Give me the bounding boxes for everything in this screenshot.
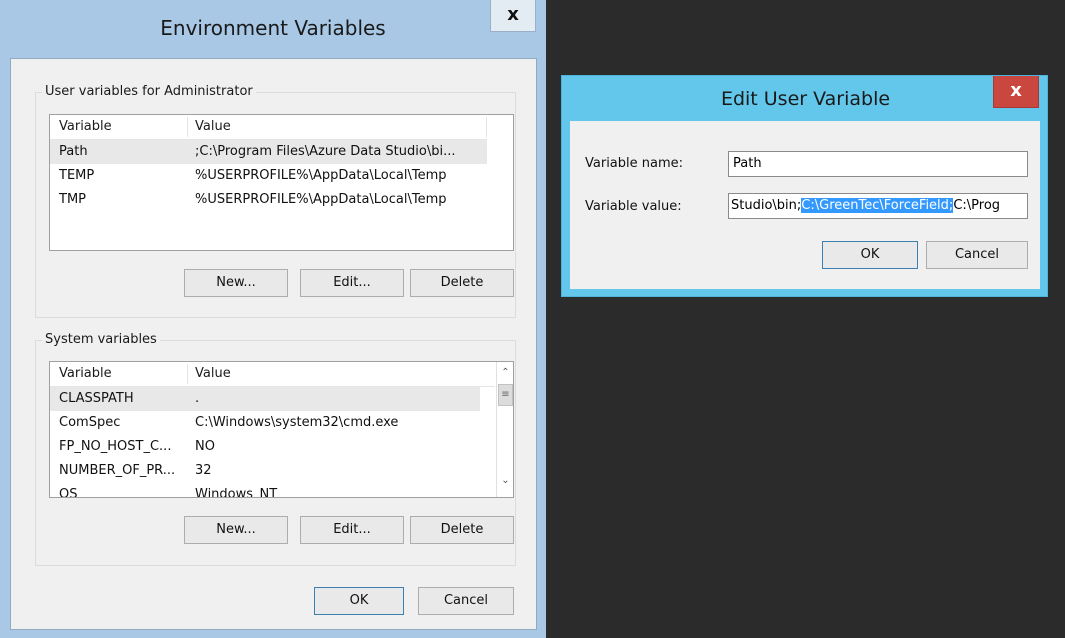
env-client-area: User variables for Administrator Variabl…: [10, 58, 537, 630]
env-close-button[interactable]: x: [490, 0, 536, 32]
edit-ok-button[interactable]: OK: [822, 241, 918, 269]
user-row-variable: TEMP: [59, 168, 95, 183]
edit-cancel-button[interactable]: Cancel: [926, 241, 1028, 269]
edit-dialog-title: Edit User Variable: [720, 88, 891, 110]
system-variables-label: System variables: [42, 332, 160, 347]
system-list-scrollbar[interactable]: ⌃ ≡ ⌄: [496, 362, 513, 497]
user-col-divider[interactable]: [187, 117, 188, 137]
scroll-grip-icon[interactable]: ≡: [498, 384, 513, 406]
system-row-variable: ComSpec: [59, 415, 121, 430]
user-row-value: %USERPROFILE%\AppData\Local\Temp: [195, 192, 447, 207]
system-row-value: .: [195, 391, 200, 406]
environment-variables-window: Environment Variables x User variables f…: [0, 0, 546, 638]
user-row-value: %USERPROFILE%\AppData\Local\Temp: [195, 168, 447, 183]
system-new-button[interactable]: New...: [184, 516, 288, 544]
system-row-number-of-processors[interactable]: NUMBER_OF_PR... 32: [50, 459, 480, 483]
user-row-value: ;C:\Program Files\Azure Data Studio\bi..…: [195, 144, 456, 159]
user-row-temp[interactable]: TEMP %USERPROFILE%\AppData\Local\Temp: [50, 164, 487, 188]
user-row-tmp[interactable]: TMP %USERPROFILE%\AppData\Local\Temp: [50, 188, 487, 212]
system-row-comspec[interactable]: ComSpec C:\Windows\system32\cmd.exe: [50, 411, 480, 435]
system-col-value[interactable]: Value: [195, 366, 231, 381]
variable-value-input[interactable]: Studio\bin;C:\GreenTec\ForceField;C:\Pro…: [728, 193, 1028, 219]
system-variables-list[interactable]: Variable Value CLASSPATH . ComSpec C:\Wi…: [49, 361, 514, 498]
value-text-selected: C:\GreenTec\ForceField;: [801, 198, 954, 213]
user-row-path[interactable]: Path ;C:\Program Files\Azure Data Studio…: [50, 140, 487, 164]
system-row-variable: NUMBER_OF_PR...: [59, 463, 176, 478]
user-col-value[interactable]: Value: [195, 119, 231, 134]
user-list-header: Variable Value: [50, 115, 487, 140]
system-list-header: Variable Value: [50, 362, 495, 387]
edit-user-variable-dialog: Edit User Variable x Variable name: Path…: [561, 75, 1048, 297]
chevron-up-icon[interactable]: ⌃: [498, 364, 513, 382]
user-delete-button[interactable]: Delete: [410, 269, 514, 297]
user-variables-label: User variables for Administrator: [42, 84, 256, 99]
system-edit-button[interactable]: Edit...: [300, 516, 404, 544]
system-row-variable: CLASSPATH: [59, 391, 134, 406]
variable-value-text: Studio\bin;C:\GreenTec\ForceField;C:\Pro…: [731, 198, 1000, 213]
edit-client-area: Variable name: Path Variable value: Stud…: [570, 121, 1040, 289]
system-delete-button[interactable]: Delete: [410, 516, 514, 544]
system-row-value: 32: [195, 463, 212, 478]
user-row-variable: Path: [59, 144, 88, 159]
value-text-after: C:\Prog: [953, 198, 1001, 213]
system-row-os[interactable]: OS Windows_NT: [50, 483, 480, 498]
variable-name-input[interactable]: Path: [728, 151, 1028, 177]
system-row-variable: FP_NO_HOST_C...: [59, 439, 172, 454]
env-window-title: Environment Variables: [160, 16, 386, 40]
variable-name-label: Variable name:: [585, 156, 684, 171]
user-col-variable[interactable]: Variable: [59, 119, 112, 134]
system-row-classpath[interactable]: CLASSPATH .: [50, 387, 480, 411]
env-title-bar[interactable]: Environment Variables: [0, 0, 546, 58]
edit-close-button[interactable]: x: [993, 76, 1039, 108]
env-ok-button[interactable]: OK: [314, 587, 404, 615]
user-new-button[interactable]: New...: [184, 269, 288, 297]
system-row-fp-no-host[interactable]: FP_NO_HOST_C... NO: [50, 435, 480, 459]
system-row-value: C:\Windows\system32\cmd.exe: [195, 415, 399, 430]
system-row-value: Windows_NT: [195, 487, 278, 498]
variable-value-label: Variable value:: [585, 199, 682, 214]
env-cancel-button[interactable]: Cancel: [418, 587, 514, 615]
system-row-variable: OS: [59, 487, 78, 498]
user-row-variable: TMP: [59, 192, 86, 207]
variable-name-text: Path: [733, 156, 762, 171]
chevron-down-icon[interactable]: ⌄: [498, 472, 513, 490]
user-col-divider-end[interactable]: [486, 117, 487, 137]
user-edit-button[interactable]: Edit...: [300, 269, 404, 297]
user-variables-list[interactable]: Variable Value Path ;C:\Program Files\Az…: [49, 114, 514, 251]
system-col-variable[interactable]: Variable: [59, 366, 112, 381]
system-row-value: NO: [195, 439, 215, 454]
value-text-before: Studio\bin;: [731, 198, 802, 213]
system-col-divider[interactable]: [187, 364, 188, 384]
